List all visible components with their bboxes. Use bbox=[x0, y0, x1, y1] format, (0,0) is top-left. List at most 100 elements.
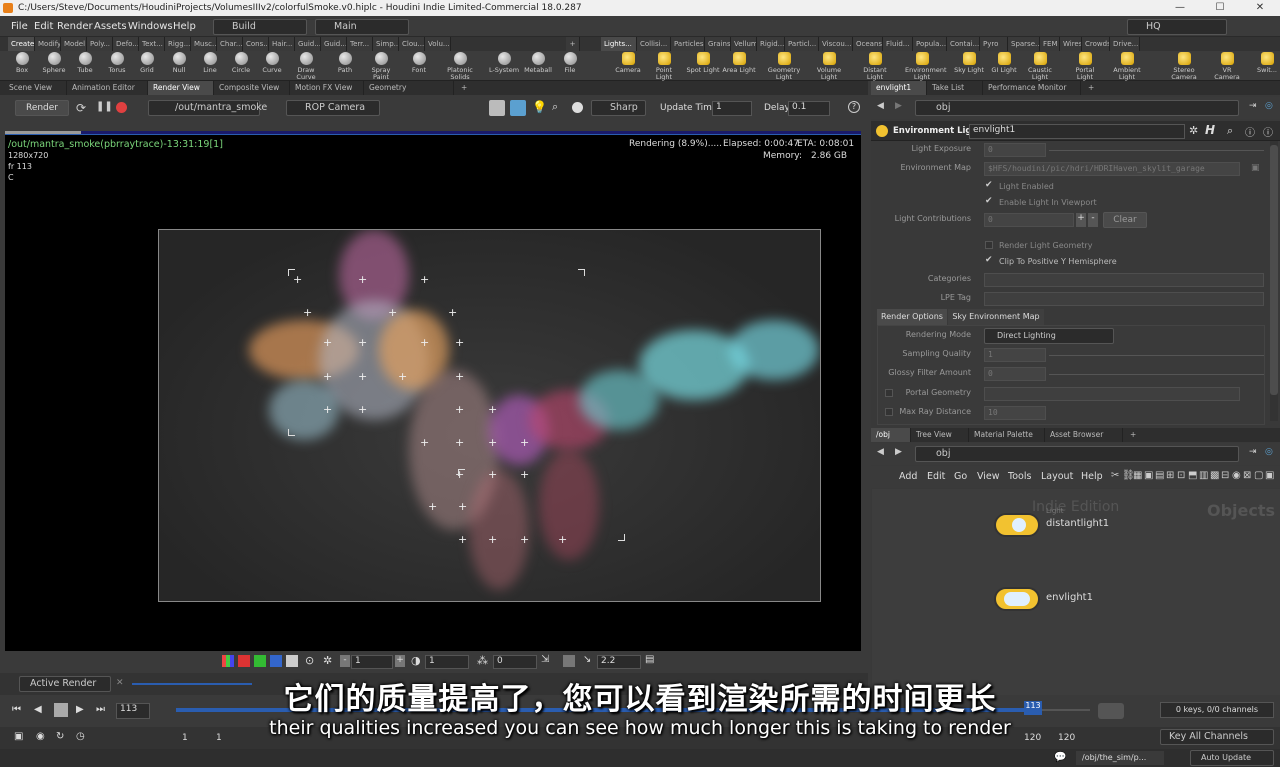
rgb-icon[interactable] bbox=[222, 655, 234, 667]
shelf-tab-right-0[interactable]: Lights... bbox=[601, 37, 637, 51]
magnify-icon[interactable]: ⌕ bbox=[552, 100, 558, 114]
light-enabled-check[interactable]: ✔ bbox=[985, 180, 993, 190]
right-tab-0[interactable]: envlight1 bbox=[871, 81, 927, 95]
network-menu-view[interactable]: View bbox=[977, 471, 1000, 482]
forward-arrow-icon[interactable]: ▶ bbox=[895, 101, 902, 111]
render-geom-check[interactable] bbox=[985, 241, 993, 249]
tool-file[interactable]: File bbox=[553, 52, 587, 74]
menu-windows[interactable]: Windows bbox=[128, 21, 173, 32]
param-scrollbar[interactable] bbox=[1270, 141, 1278, 421]
region-icon[interactable] bbox=[510, 100, 526, 116]
gear-icon[interactable]: ✲ bbox=[1189, 124, 1198, 137]
net-pin-icon[interactable]: ⇥ bbox=[1249, 447, 1257, 457]
tool-grid[interactable]: Grid bbox=[130, 52, 164, 74]
gamma-field[interactable]: 2.2 bbox=[597, 655, 641, 669]
pane-tab-5[interactable]: Geometry Spreadsheet bbox=[364, 81, 454, 106]
lpe-field[interactable] bbox=[984, 292, 1264, 306]
rop-path-select[interactable]: /out/mantra_smoke bbox=[148, 100, 267, 116]
pane-tab-2[interactable]: Render View bbox=[148, 81, 214, 95]
stop-icon[interactable] bbox=[116, 102, 127, 113]
shelf-tab-right-12[interactable]: Pyro FX bbox=[980, 37, 1008, 51]
refresh-icon[interactable]: ⟳ bbox=[76, 101, 86, 115]
exposure-icon[interactable]: ⊙ bbox=[305, 654, 314, 667]
info-icon[interactable]: ⓘ bbox=[1245, 124, 1255, 139]
shelf-tab-10[interactable]: Hair... bbox=[269, 37, 295, 51]
contrib-plus-icon[interactable]: + bbox=[1076, 213, 1086, 227]
pin-icon[interactable]: ⇥ bbox=[1249, 101, 1257, 111]
env-map-field[interactable]: $HFS/houdini/pic/hdri/HDRIHaven_skylit_g… bbox=[984, 162, 1240, 176]
shelf-tab-7[interactable]: Musc... bbox=[191, 37, 217, 51]
shelf-tab-14[interactable]: Simp... bbox=[373, 37, 399, 51]
pane-add-tab-icon[interactable]: + bbox=[456, 81, 470, 95]
tool-tube[interactable]: Tube bbox=[68, 52, 102, 74]
right-add-tab-icon[interactable]: + bbox=[1083, 81, 1097, 95]
shelf-tab-right-16[interactable]: Crowds bbox=[1082, 37, 1110, 51]
shelf-tab-5[interactable]: Text... bbox=[139, 37, 165, 51]
shelf-tab-0[interactable]: Create bbox=[8, 37, 35, 51]
camera-select[interactable]: ROP Camera bbox=[286, 100, 380, 116]
exposure-field[interactable]: 1 bbox=[351, 655, 393, 669]
tool-circle[interactable]: Circle bbox=[224, 52, 258, 74]
down-arrow-icon[interactable] bbox=[563, 655, 575, 667]
shelf-tab-right-1[interactable]: Collisi... bbox=[637, 37, 671, 51]
network-tool-icon[interactable]: ⊠ bbox=[1243, 470, 1251, 481]
search-icon[interactable]: ⌕ bbox=[1227, 124, 1233, 138]
node-name-field[interactable]: envlight1 bbox=[969, 124, 1185, 139]
light-contrib-field[interactable]: 0 bbox=[984, 213, 1074, 227]
clip-hemi-check[interactable]: ✔ bbox=[985, 255, 993, 265]
network-tab-1[interactable]: Tree View bbox=[911, 428, 969, 442]
glossy-slider[interactable] bbox=[1049, 374, 1264, 375]
shelf-tab-right-11[interactable]: Contai... bbox=[947, 37, 980, 51]
gamma-icon[interactable]: ↘ bbox=[583, 654, 591, 665]
network-tool-icon[interactable]: ▢ bbox=[1254, 470, 1263, 481]
shelf-tab-right-9[interactable]: Fluid... bbox=[883, 37, 913, 51]
shelf-tab-3[interactable]: Poly... bbox=[87, 37, 113, 51]
menu-grid-icon[interactable]: ▤ bbox=[645, 654, 654, 665]
menu-edit[interactable]: Edit bbox=[34, 21, 53, 32]
pause-icon[interactable]: ❚❚ bbox=[96, 101, 113, 112]
node-envlight1[interactable]: envlight1 bbox=[994, 587, 1093, 611]
network-tab-3[interactable]: Asset Browser bbox=[1045, 428, 1123, 442]
shelf-tab-12[interactable]: Guid... bbox=[321, 37, 347, 51]
shelf-tab-13[interactable]: Terr... bbox=[347, 37, 373, 51]
shelf-tab-right-14[interactable]: FEM bbox=[1040, 37, 1060, 51]
network-tool-icon[interactable]: ▤ bbox=[1155, 470, 1164, 481]
network-menu-layout[interactable]: Layout bbox=[1041, 471, 1073, 482]
hq-select[interactable]: HQ bbox=[1127, 19, 1227, 35]
shelf-tab-6[interactable]: Rigg... bbox=[165, 37, 191, 51]
tool-box[interactable]: Box bbox=[5, 52, 39, 74]
tool-gi-light[interactable]: GI Light bbox=[987, 52, 1021, 74]
portal-field[interactable] bbox=[984, 387, 1240, 401]
shelf-tab-8[interactable]: Char... bbox=[217, 37, 243, 51]
tool-sky-light[interactable]: Sky Light bbox=[952, 52, 986, 74]
contrast-field[interactable]: 1 bbox=[425, 655, 469, 669]
network-menu-help[interactable]: Help bbox=[1081, 471, 1103, 482]
link-icon[interactable]: ◎ bbox=[1265, 101, 1273, 111]
tool-volume-light[interactable]: Volume Light bbox=[812, 52, 846, 81]
network-tool-icon[interactable]: ▦ bbox=[1133, 470, 1142, 481]
tool-caustic-light[interactable]: Caustic Light bbox=[1023, 52, 1057, 81]
offset-field[interactable]: 0 bbox=[493, 655, 537, 669]
chat-icon[interactable]: 💬 bbox=[1054, 752, 1066, 763]
help-icon[interactable]: ? bbox=[848, 101, 860, 113]
tool-stereo-camera[interactable]: Stereo Camera bbox=[1167, 52, 1201, 81]
shelf-tab-right-10[interactable]: Popula... bbox=[913, 37, 947, 51]
minimize-button[interactable]: — bbox=[1160, 0, 1200, 16]
tool-portal-light[interactable]: Portal Light bbox=[1068, 52, 1102, 81]
network-tool-icon[interactable]: ◉ bbox=[1232, 470, 1241, 481]
right-tab-2[interactable]: Performance Monitor bbox=[983, 81, 1081, 95]
lightbulb-icon[interactable]: 💡 bbox=[532, 100, 547, 114]
shelf-tab-right-8[interactable]: Oceans bbox=[853, 37, 883, 51]
network-menu-add[interactable]: Add bbox=[899, 471, 917, 482]
sampling-slider[interactable] bbox=[1049, 355, 1264, 356]
menu-help[interactable]: Help bbox=[173, 21, 196, 32]
menu-assets[interactable]: Assets bbox=[94, 21, 127, 32]
shelf-tab-right-4[interactable]: Vellum bbox=[731, 37, 757, 51]
network-tool-icon[interactable]: ▩ bbox=[1210, 470, 1219, 481]
hscript-icon[interactable]: H bbox=[1205, 123, 1215, 137]
net-forward-arrow-icon[interactable]: ▶ bbox=[895, 447, 902, 457]
network-tool-icon[interactable]: ✂ bbox=[1111, 470, 1119, 481]
shelf-tab-right-13[interactable]: Sparse... bbox=[1008, 37, 1040, 51]
tool-geometry-light[interactable]: Geometry Light bbox=[767, 52, 801, 81]
desktop-select[interactable]: Build bbox=[213, 19, 307, 35]
